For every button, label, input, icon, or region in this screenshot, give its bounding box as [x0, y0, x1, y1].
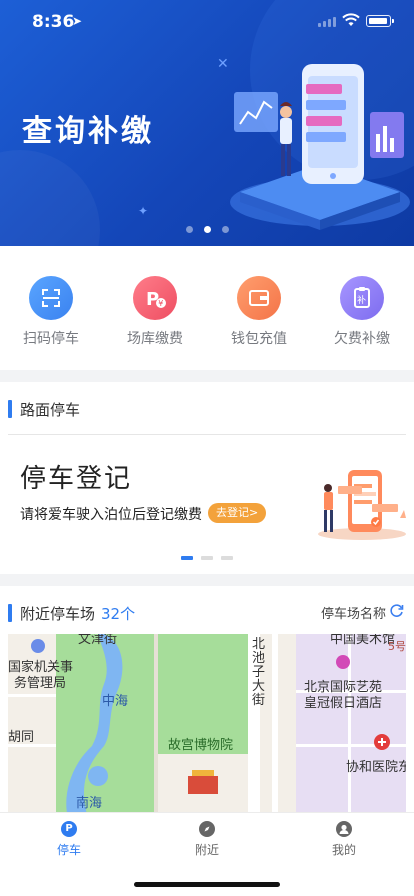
garage-payment-button[interactable]: P ¥ 场库缴费: [110, 276, 200, 360]
banner-title: 查询补缴: [22, 114, 154, 149]
go-register-button[interactable]: 去登记>: [208, 503, 267, 523]
section-header: 路面停车: [0, 382, 414, 434]
tab-parking[interactable]: P 停车: [19, 813, 119, 865]
divider: [8, 434, 406, 435]
parking-register-title: 停车登记: [20, 464, 133, 494]
compass-icon: [199, 821, 215, 837]
tab-bar: P 停车 附近 我的: [0, 812, 414, 864]
road-parking-card: 路面停车 停车登记 请将爱车驶入泊位后登记缴费 去登记>: [0, 382, 414, 574]
banner-pagination: [186, 226, 230, 234]
garage-payment-label: 场库缴费: [127, 331, 183, 347]
section-accent-bar: [8, 400, 12, 418]
map-label: 文津街: [78, 634, 118, 647]
scan-parking-label: 扫码停车: [23, 331, 79, 347]
banner-decor: ✕: [217, 56, 229, 72]
refresh-icon[interactable]: [389, 603, 404, 618]
bill-icon: 补: [340, 276, 384, 320]
section-title: 附近停车场 32个: [20, 603, 135, 624]
map-label: 故宫博物院: [168, 738, 234, 753]
tab-mine-label: 我的: [331, 843, 356, 857]
svg-text:补: 补: [357, 294, 366, 306]
map-label: 中国美术馆: [330, 634, 396, 647]
map-label: 中海: [102, 694, 129, 709]
scan-parking-button[interactable]: 扫码停车: [6, 276, 96, 360]
map-label: 5号: [388, 640, 406, 653]
banner-illustration: [230, 64, 410, 230]
banner-decor: [0, 150, 100, 246]
parking-yuan-icon: P ¥: [133, 276, 177, 320]
app-screen: 8:36 ➤ 查询补缴 ✕ ✦ 扫码停车 P ¥ 场库缴费 钱包充值 补 欠费补…: [0, 0, 414, 896]
parking-register-description: 请将爱车驶入泊位后登记缴费: [20, 507, 202, 523]
scan-icon: [29, 276, 73, 320]
wallet-topup-button[interactable]: 钱包充值: [214, 276, 304, 360]
location-arrow-icon: ➤: [72, 14, 83, 28]
banner-carousel[interactable]: 8:36 ➤ 查询补缴 ✕ ✦: [0, 0, 414, 246]
tab-nearby[interactable]: 附近: [157, 813, 257, 865]
map-label: 皇冠假日酒店: [304, 696, 383, 711]
nearby-parking-card: 附近停车场 32个 停车场名称 文津街 国家机关事 务管理局 中海 胡同 南海 …: [0, 586, 414, 818]
user-icon: [336, 821, 352, 837]
home-indicator[interactable]: [134, 882, 280, 887]
quick-actions: 扫码停车 P ¥ 场库缴费 钱包充值 补 欠费补缴: [0, 246, 414, 370]
tab-parking-label: 停车: [56, 843, 81, 857]
svg-text:¥: ¥: [158, 299, 163, 308]
parking-icon: P: [61, 821, 77, 837]
svg-text:P: P: [146, 289, 159, 310]
section-accent-bar: [8, 604, 12, 622]
banner-decor: ✦: [138, 204, 149, 218]
lot-name-sort-button[interactable]: 停车场名称: [321, 603, 386, 622]
register-illustration: [318, 470, 406, 540]
section-title: 路面停车: [20, 401, 81, 419]
arrears-payment-button[interactable]: 补 欠费补缴: [317, 276, 407, 360]
map-label: 胡同: [8, 730, 35, 745]
home-indicator-area: [0, 864, 414, 896]
nearby-map[interactable]: 文津街 国家机关事 务管理局 中海 胡同 南海 北池子大街 故宫博物院 中国美术…: [8, 634, 406, 818]
map-label: 务管理局: [14, 676, 67, 691]
status-time: 8:36: [32, 12, 75, 32]
map-label: 南海: [76, 796, 103, 811]
nearby-title: 附近停车场: [20, 605, 96, 623]
map-label: 北池子大街: [252, 637, 266, 708]
tab-mine[interactable]: 我的: [294, 813, 394, 865]
wallet-topup-label: 钱包充值: [231, 331, 287, 347]
arrears-payment-label: 欠费补缴: [334, 331, 390, 347]
tab-nearby-label: 附近: [194, 843, 219, 857]
nearby-count: 32个: [101, 605, 136, 623]
map-label: 协和医院东: [346, 760, 406, 775]
wallet-icon: [237, 276, 281, 320]
card-pagination: [181, 556, 235, 561]
